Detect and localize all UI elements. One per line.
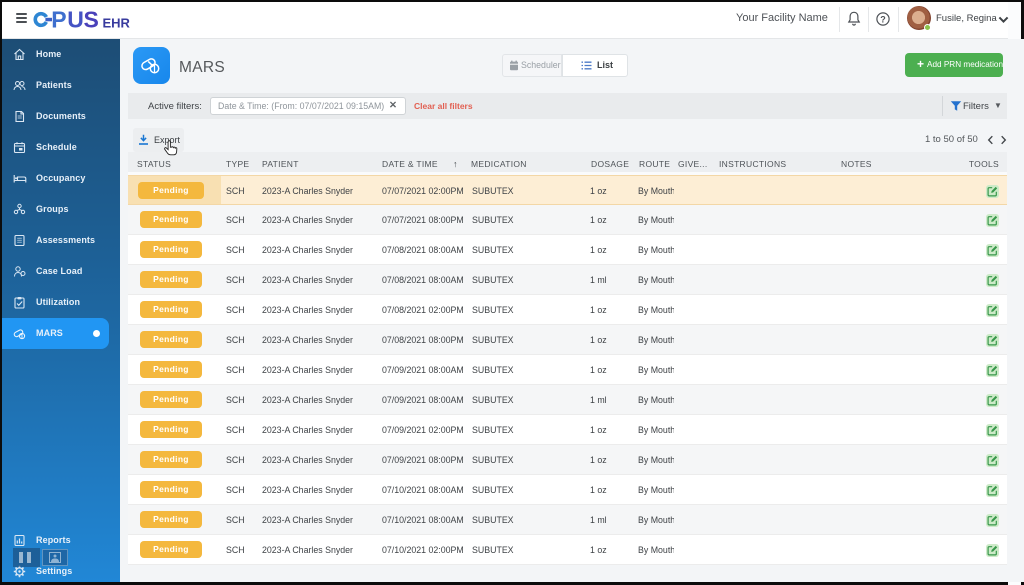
svg-text:EHR: EHR (103, 16, 131, 31)
svg-text:P: P (51, 7, 66, 33)
svg-text:?: ? (880, 14, 886, 24)
svg-text:U: U (67, 7, 84, 33)
svg-text:S: S (84, 7, 99, 33)
